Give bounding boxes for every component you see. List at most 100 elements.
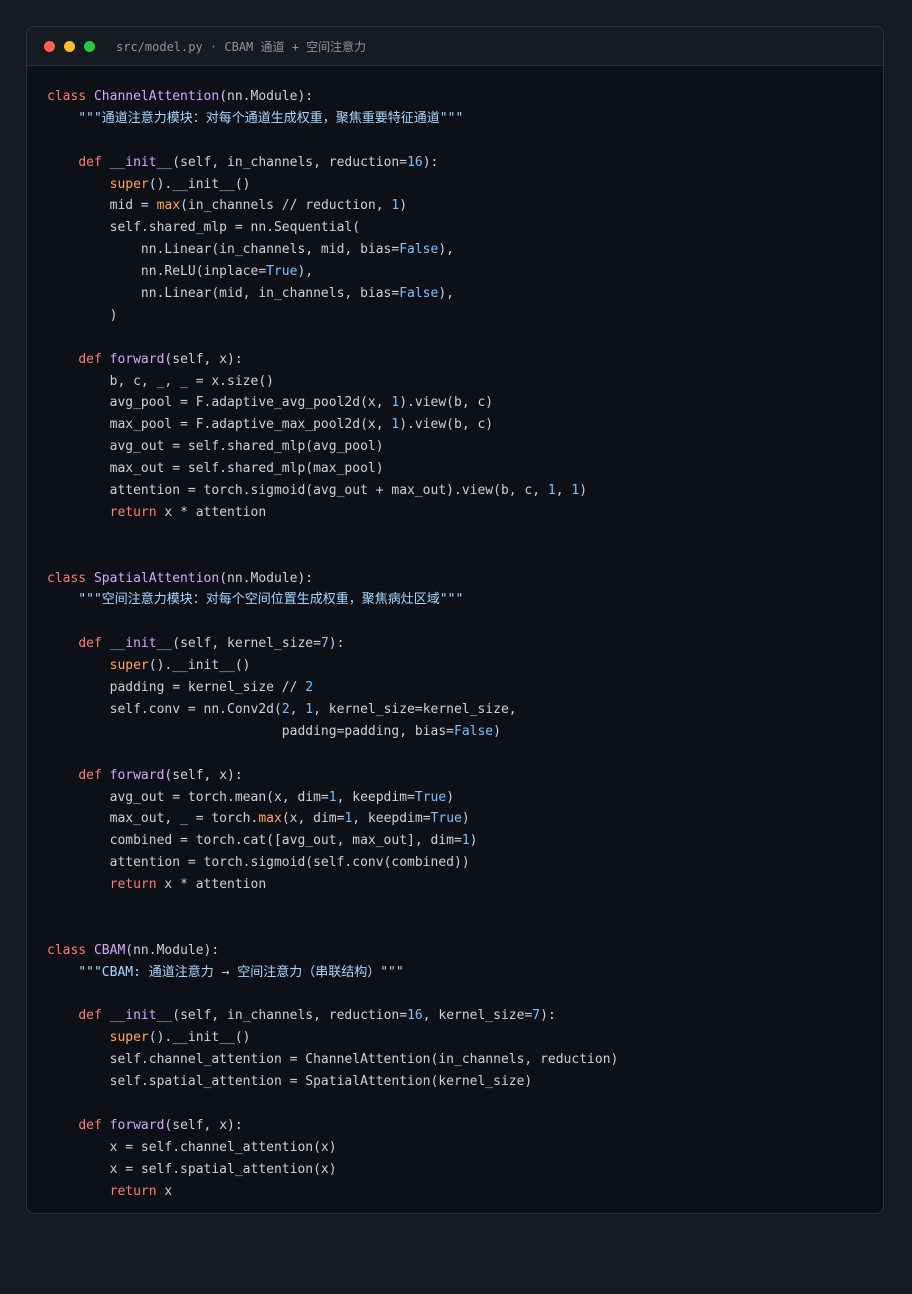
code-line: def forward(self, x): — [47, 349, 883, 371]
code-token: self.conv = nn.Conv2d( — [47, 701, 282, 717]
code-token: nn.Linear(mid, in_channels, bias= — [47, 286, 400, 302]
code-token: (in_channels // reduction, — [180, 198, 392, 214]
code-token: padding = kernel_size // — [47, 680, 306, 696]
code-token: 1 — [461, 833, 470, 849]
code-line: self.spatial_attention = SpatialAttentio… — [47, 1071, 883, 1093]
code-line: self.channel_attention = ChannelAttentio… — [47, 1049, 883, 1071]
code-token: ().__init__() — [148, 1030, 251, 1046]
code-token: mid = — [47, 198, 157, 214]
code-line: def __init__(self, kernel_size=7): — [47, 633, 883, 655]
code-line: max_out = self.shared_mlp(max_pool) — [47, 458, 883, 480]
code-token: __init__ — [109, 636, 173, 652]
code-token: class — [47, 570, 94, 586]
code-token: (nn.Module): — [219, 89, 314, 104]
code-token: max_pool = F.adaptive_max_pool2d(x, — [47, 417, 392, 433]
code-token: ): — [422, 154, 439, 170]
code-line: ) — [47, 305, 883, 327]
code-line: return x — [47, 1181, 883, 1203]
code-line: def forward(self, x): — [47, 765, 883, 787]
code-token: """CBAM: 通道注意力 → 空间注意力（串联结构）""" — [47, 964, 404, 980]
code-window: src/model.py · CBAM 通道 + 空间注意力 class Cha… — [26, 26, 884, 1214]
code-token: padding=padding, bias= — [47, 723, 454, 739]
code-token: forward — [109, 767, 165, 783]
code-line: mid = max(in_channels // reduction, 1) — [47, 195, 883, 217]
code-line: padding=padding, bias=False) — [47, 721, 883, 743]
code-line: class CBAM(nn.Module): — [47, 940, 883, 962]
maximize-window-icon[interactable] — [84, 40, 95, 52]
code-token: combined = torch.cat([avg_out, max_out],… — [47, 833, 462, 849]
code-line: x = self.channel_attention(x) — [47, 1137, 883, 1159]
code-token: ) — [579, 483, 588, 499]
code-token: def — [78, 1117, 110, 1133]
code-editor[interactable]: class ChannelAttention(nn.Module): """通道… — [27, 66, 883, 1202]
code-token: def — [78, 1008, 110, 1024]
code-token: ().__init__() — [148, 176, 251, 192]
code-token: return — [109, 1183, 157, 1199]
code-token: , keepdim= — [352, 811, 431, 827]
code-token: max — [156, 198, 181, 214]
code-token: (nn.Module): — [125, 942, 220, 958]
code-line: super().__init__() — [47, 655, 883, 677]
code-token: False — [454, 723, 494, 739]
code-token: class — [47, 89, 94, 104]
code-token: __init__ — [109, 154, 173, 170]
code-token: def — [78, 636, 110, 652]
code-token: x — [156, 1183, 173, 1199]
code-token: SpatialAttention — [93, 570, 220, 586]
code-line: """CBAM: 通道注意力 → 空间注意力（串联结构）""" — [47, 962, 883, 984]
code-token: def — [78, 351, 110, 367]
code-token: """通道注意力模块：对每个通道生成权重，聚焦重要特征通道""" — [47, 110, 464, 126]
code-line: b, c, _, _ = x.size() — [47, 371, 883, 393]
close-window-icon[interactable] — [44, 40, 55, 52]
code-token: ) — [493, 723, 501, 739]
code-token: True — [430, 811, 462, 827]
code-line: def forward(self, x): — [47, 1115, 883, 1137]
code-token: , — [555, 483, 572, 499]
code-token: self.spatial_attention = SpatialAttentio… — [47, 1074, 533, 1090]
code-token: ) — [461, 811, 470, 827]
code-line: attention = torch.sigmoid(avg_out + max_… — [47, 480, 883, 502]
code-token: class — [47, 942, 94, 958]
code-token: super — [109, 1030, 149, 1046]
code-token: def — [78, 767, 110, 783]
code-token: , keepdim= — [336, 789, 415, 805]
code-token: False — [399, 242, 439, 258]
code-token: 2 — [305, 680, 314, 696]
code-token: self.channel_attention = ChannelAttentio… — [47, 1052, 619, 1068]
code-token: self.shared_mlp = nn.Sequential( — [47, 220, 361, 236]
code-token: x = self.channel_attention(x) — [47, 1139, 337, 1155]
minimize-window-icon[interactable] — [64, 40, 75, 52]
code-token: False — [399, 286, 439, 302]
code-line: self.shared_mlp = nn.Sequential( — [47, 217, 883, 239]
code-token: (self, kernel_size= — [172, 636, 321, 652]
code-line: avg_out = self.shared_mlp(avg_pool) — [47, 436, 883, 458]
code-line: nn.ReLU(inplace=True), — [47, 261, 883, 283]
window-titlebar: src/model.py · CBAM 通道 + 空间注意力 — [27, 27, 883, 66]
code-token: , kernel_size= — [422, 1008, 533, 1024]
code-token: avg_out = self.shared_mlp(avg_pool) — [47, 439, 384, 455]
code-line: max_pool = F.adaptive_max_pool2d(x, 1).v… — [47, 414, 883, 436]
code-token: ) — [399, 198, 408, 214]
code-token: """空间注意力模块：对每个空间位置生成权重，聚焦病灶区域""" — [47, 592, 464, 608]
code-token: max — [258, 811, 282, 827]
code-line: nn.Linear(in_channels, mid, bias=False), — [47, 239, 883, 261]
code-token: return — [109, 877, 157, 893]
code-line: max_out, _ = torch.max(x, dim=1, keepdim… — [47, 808, 883, 830]
code-token: 2 — [281, 701, 290, 717]
code-token: return — [109, 504, 157, 520]
code-token: 1 — [547, 483, 556, 499]
